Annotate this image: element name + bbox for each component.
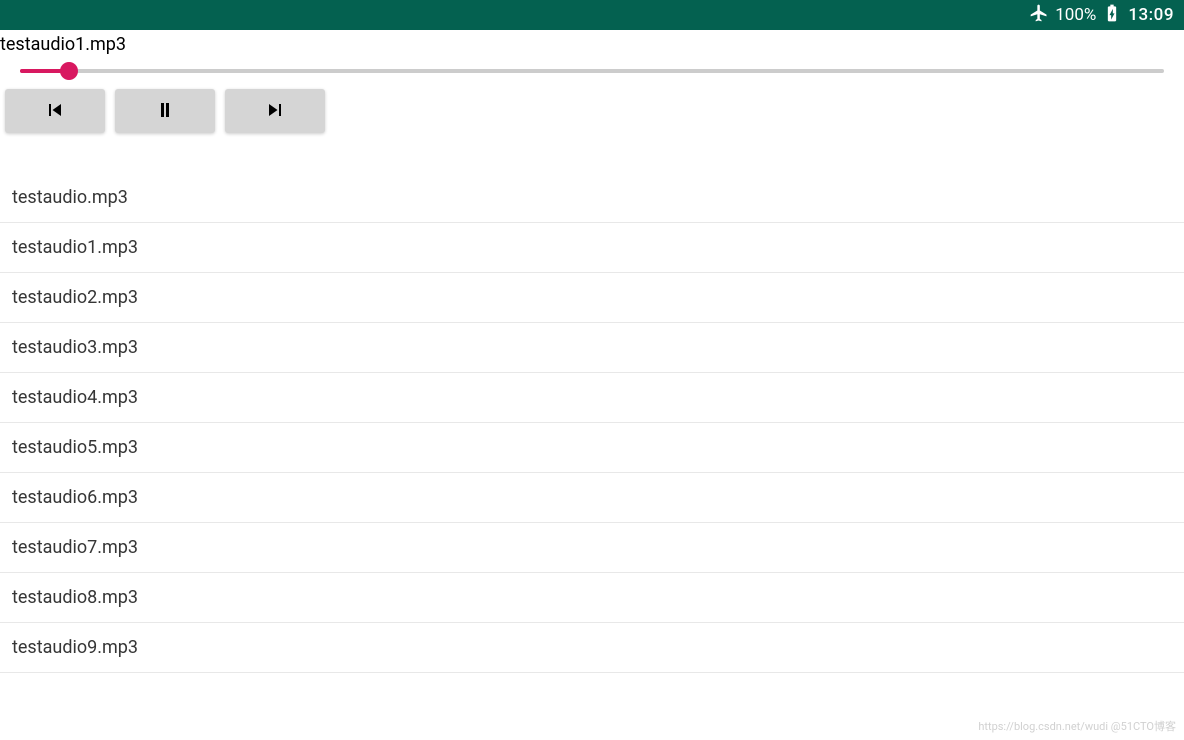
current-track-label: testaudio1.mp3: [0, 30, 1184, 59]
previous-button[interactable]: [5, 89, 105, 133]
playback-controls: [0, 79, 1184, 143]
list-item[interactable]: testaudio3.mp3: [0, 323, 1184, 373]
list-item[interactable]: testaudio6.mp3: [0, 473, 1184, 523]
list-item[interactable]: testaudio7.mp3: [0, 523, 1184, 573]
pause-button[interactable]: [115, 89, 215, 133]
airplane-mode-icon: [1029, 3, 1049, 28]
pause-icon: [151, 98, 179, 125]
battery-percent: 100%: [1055, 5, 1096, 25]
list-item[interactable]: testaudio8.mp3: [0, 573, 1184, 623]
list-item[interactable]: testaudio4.mp3: [0, 373, 1184, 423]
skip-next-icon: [261, 98, 289, 125]
list-item[interactable]: testaudio5.mp3: [0, 423, 1184, 473]
watermark: https://blog.csdn.net/wudi @51CTO博客: [978, 718, 1176, 734]
progress-slider[interactable]: [0, 59, 1184, 79]
status-icons: 100% 13:09: [1029, 3, 1174, 28]
next-button[interactable]: [225, 89, 325, 133]
list-item[interactable]: testaudio9.mp3: [0, 623, 1184, 673]
status-bar: 100% 13:09: [0, 0, 1184, 30]
skip-previous-icon: [41, 98, 69, 125]
list-item[interactable]: testaudio1.mp3: [0, 223, 1184, 273]
slider-track: [20, 69, 1164, 73]
playlist: testaudio.mp3 testaudio1.mp3 testaudio2.…: [0, 173, 1184, 673]
status-time: 13:09: [1128, 5, 1174, 25]
list-item[interactable]: testaudio.mp3: [0, 173, 1184, 223]
battery-charging-icon: [1102, 3, 1122, 28]
slider-thumb[interactable]: [60, 62, 78, 80]
list-item[interactable]: testaudio2.mp3: [0, 273, 1184, 323]
